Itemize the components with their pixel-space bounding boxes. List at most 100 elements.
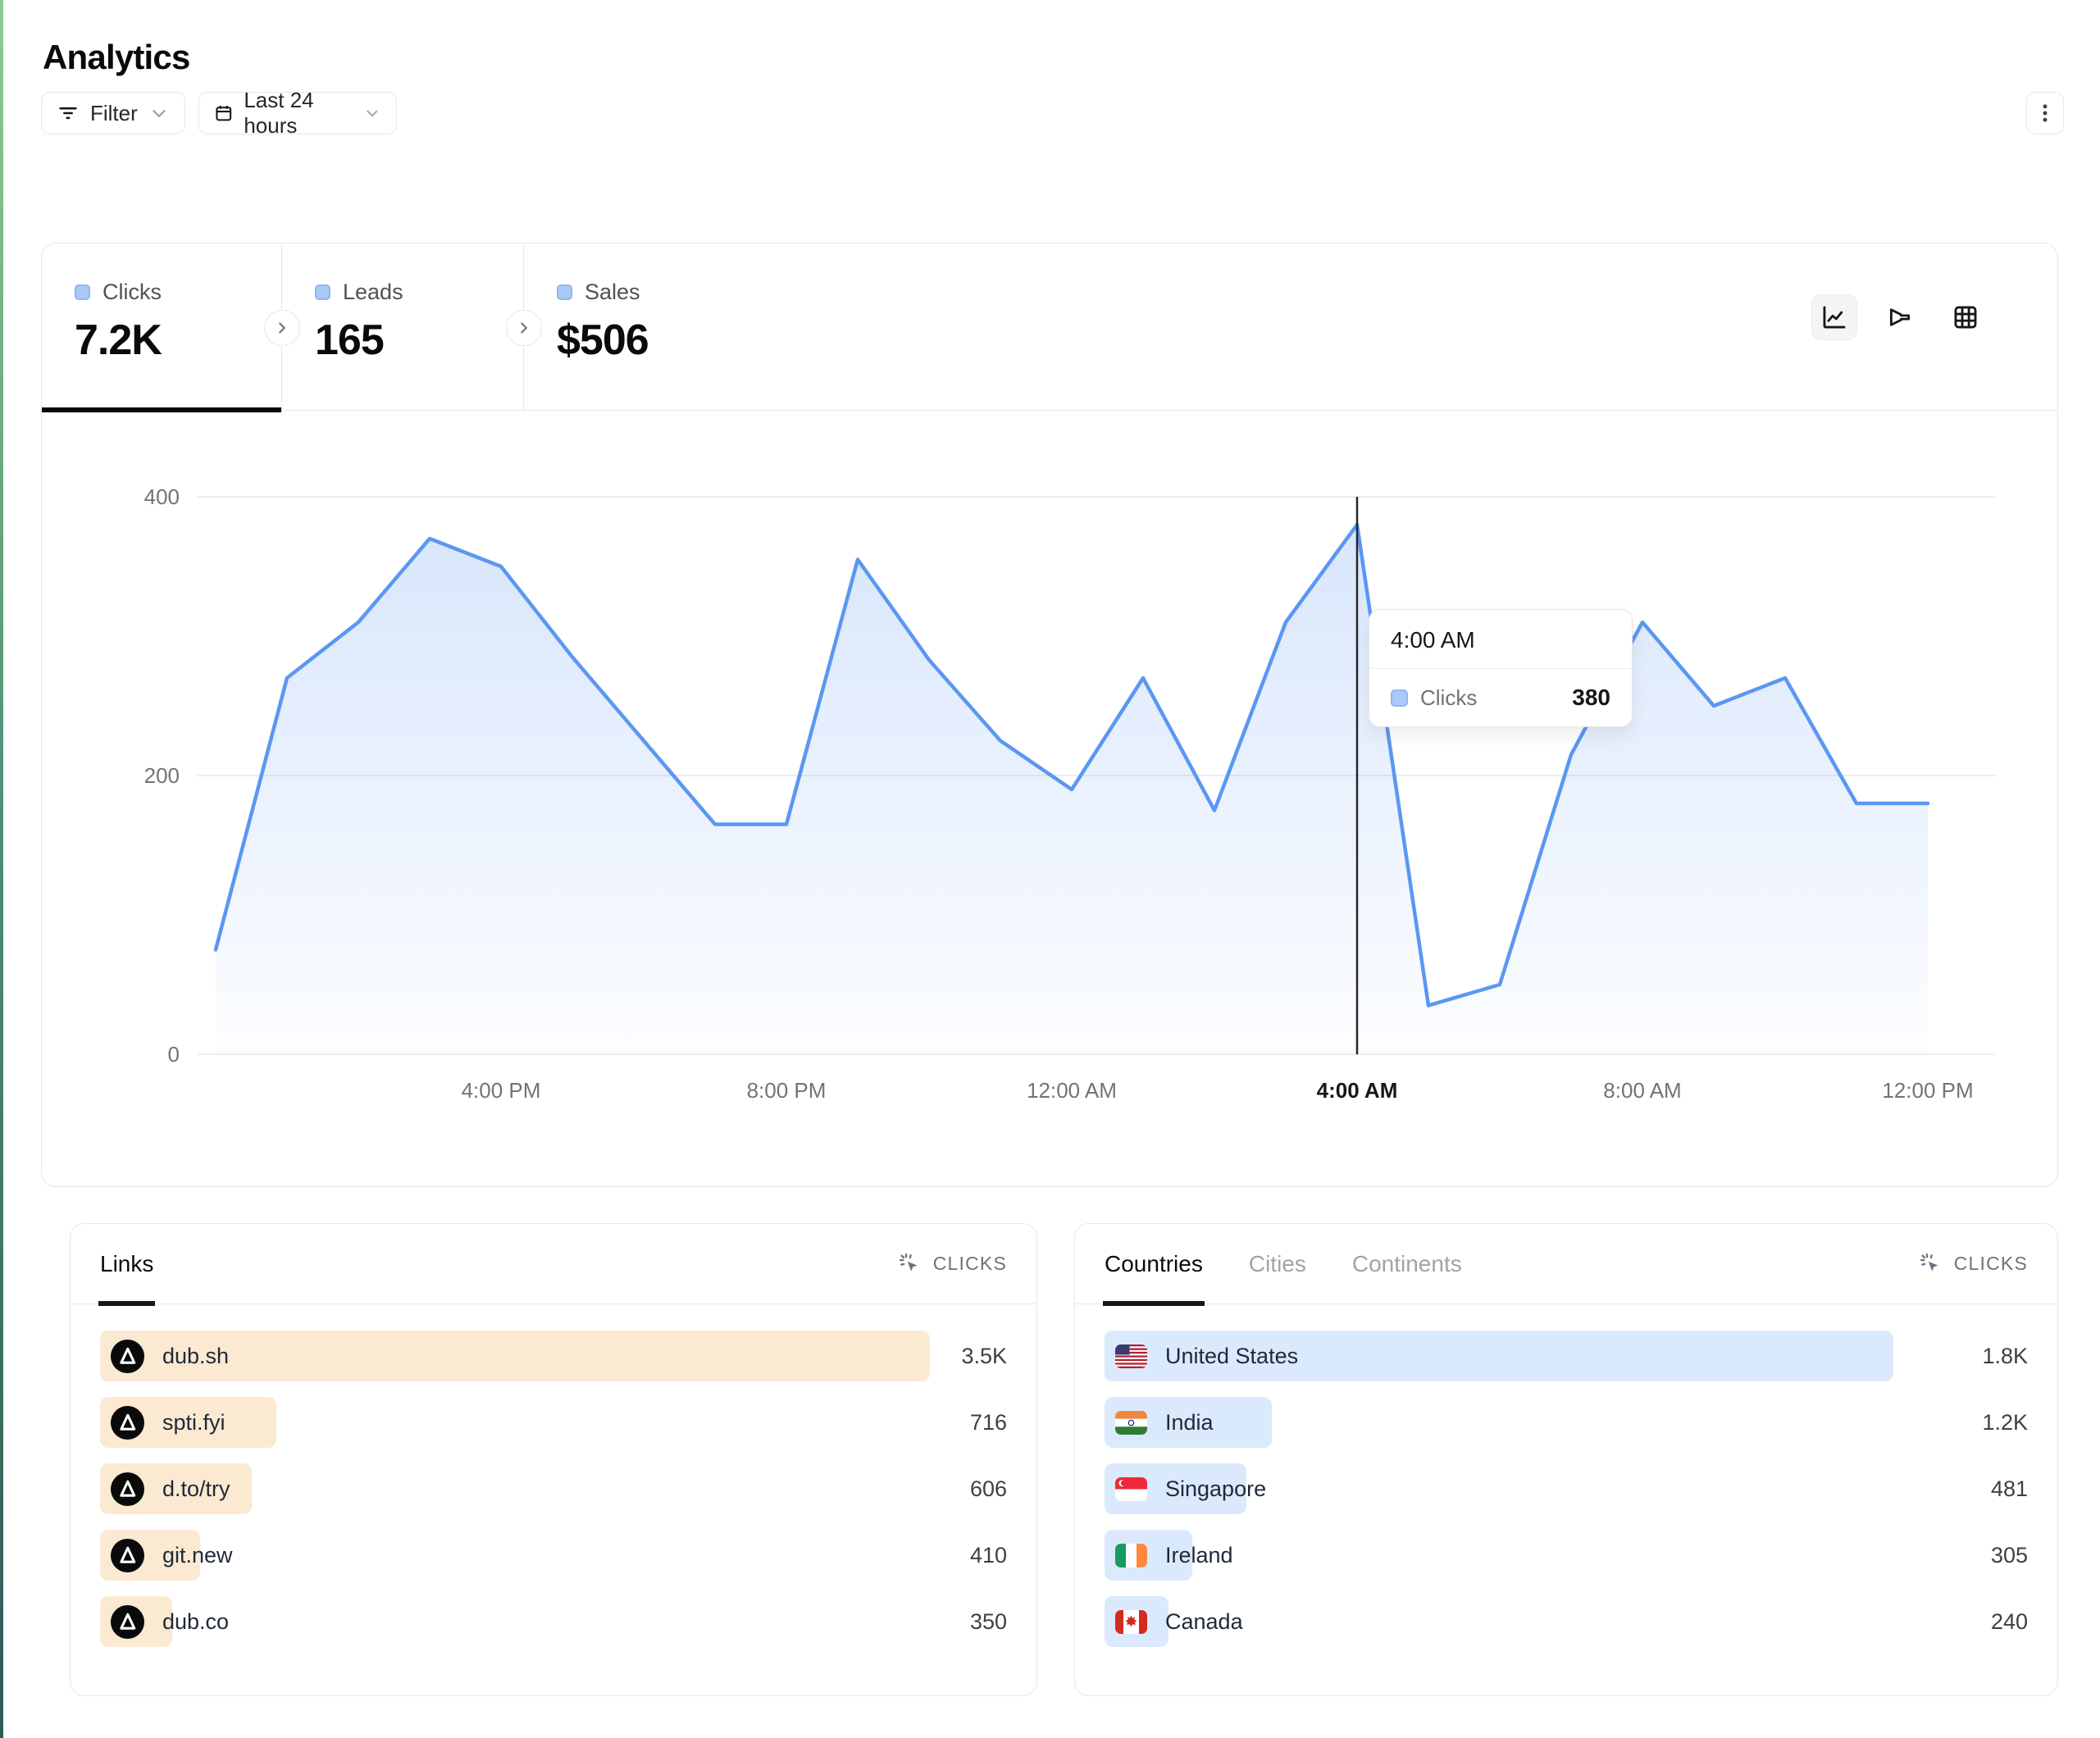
stat-label: Sales [585, 280, 640, 305]
table-grid-icon [1952, 303, 1979, 331]
item-value: 1.8K [1982, 1331, 2028, 1381]
page-title: Analytics [43, 38, 190, 77]
list-item[interactable]: git.new 410 [100, 1530, 1007, 1581]
svg-text:8:00 AM: 8:00 AM [1603, 1078, 1681, 1103]
leads-total: 165 [315, 316, 523, 365]
list-item[interactable]: Singapore481 [1105, 1463, 2028, 1514]
analytics-card: Clicks 7.2K Leads 165 Sales $506 [41, 243, 2058, 1187]
leads-legend-chip [315, 284, 330, 300]
calendar-icon [214, 102, 234, 125]
chart-view-switcher [1811, 294, 1988, 340]
svg-text:200: 200 [144, 763, 180, 788]
chevron-down-icon [148, 102, 170, 124]
item-label: d.to/try [162, 1476, 230, 1502]
item-label: dub.sh [162, 1344, 229, 1369]
svg-text:0: 0 [168, 1042, 180, 1067]
dub-logo-icon [111, 1605, 144, 1639]
metric-label: CLICKS [933, 1253, 1007, 1275]
svg-text:4:00 PM: 4:00 PM [462, 1078, 541, 1103]
us-flag-icon [1115, 1344, 1147, 1368]
tab-label: Cities [1249, 1251, 1306, 1277]
filter-icon [57, 102, 80, 125]
more-options-button[interactable] [2026, 92, 2064, 134]
item-label: dub.co [162, 1609, 229, 1635]
table-view-button[interactable] [1943, 294, 1988, 340]
tab-links[interactable]: Links [100, 1224, 153, 1304]
tab-label: Countries [1105, 1251, 1203, 1277]
tab-label: Continents [1352, 1251, 1462, 1277]
sg-flag-icon [1115, 1477, 1147, 1501]
stat-label: Leads [343, 280, 403, 305]
funnel-chart-view-button[interactable] [1877, 294, 1923, 340]
dub-logo-icon [111, 1340, 144, 1373]
chevron-right-icon [515, 319, 533, 337]
links-list: dub.sh 3.5K spti.fyi 716 d.to/try 606 git.new 4… [71, 1304, 1036, 1647]
links-panel-header: Links CLICKS [71, 1224, 1036, 1304]
item-value: 410 [970, 1530, 1007, 1581]
tab-cities[interactable]: Cities [1249, 1224, 1306, 1304]
filter-button[interactable]: Filter [41, 92, 185, 134]
kebab-menu-icon [2034, 102, 2057, 125]
filter-label: Filter [90, 101, 138, 126]
tooltip-series-label: Clicks [1420, 685, 1477, 711]
ca-flag-icon [1115, 1610, 1147, 1634]
svg-text:400: 400 [144, 485, 180, 509]
tab-countries[interactable]: Countries [1105, 1224, 1203, 1304]
item-value: 716 [970, 1397, 1007, 1448]
clicks-area-chart[interactable]: 0 200 400 4:00 PM 8:00 PM 12:00 AM 4:00 AM 8:00… [42, 411, 2059, 1186]
list-item[interactable]: India 1.2K [1105, 1397, 2028, 1448]
in-flag-icon [1115, 1411, 1147, 1435]
clicks-legend-chip [75, 284, 90, 300]
tab-label: Links [100, 1251, 153, 1277]
countries-list: United States 1.8K India 1.2K Singapore481 Ir… [1075, 1304, 2057, 1647]
line-chart-icon [1820, 303, 1848, 331]
item-label: India [1165, 1410, 1214, 1435]
list-item[interactable]: dub.co350 [100, 1596, 1007, 1647]
links-metric-selector[interactable]: CLICKS [898, 1224, 1007, 1304]
item-label: git.new [162, 1543, 233, 1568]
expand-clicks-leads-button[interactable] [264, 310, 300, 346]
sales-legend-chip [557, 284, 572, 300]
tab-clicks[interactable]: Clicks 7.2K [42, 243, 282, 410]
window-edge-strip [0, 0, 3, 1738]
svg-text:8:00 PM: 8:00 PM [747, 1078, 827, 1103]
list-item[interactable]: Ireland305 [1105, 1530, 2028, 1581]
line-chart-view-button[interactable] [1811, 294, 1857, 340]
tab-continents[interactable]: Continents [1352, 1224, 1462, 1304]
item-value: 481 [1991, 1463, 2028, 1514]
item-value: 606 [970, 1463, 1007, 1514]
list-item[interactable]: United States 1.8K [1105, 1331, 2028, 1381]
item-label: spti.fyi [162, 1410, 225, 1435]
tooltip-time: 4:00 AM [1369, 610, 1632, 669]
dub-logo-icon [111, 1406, 144, 1440]
stats-tabs: Clicks 7.2K Leads 165 Sales $506 [42, 243, 2057, 411]
clicks-total: 7.2K [75, 316, 281, 365]
svg-text:12:00 AM: 12:00 AM [1027, 1078, 1117, 1103]
svg-text:12:00 PM: 12:00 PM [1882, 1078, 1973, 1103]
tooltip-value: 380 [1572, 685, 1610, 711]
list-item[interactable]: dub.sh 3.5K [100, 1331, 1007, 1381]
item-value: 240 [1991, 1596, 2028, 1647]
ie-flag-icon [1115, 1544, 1147, 1567]
item-value: 3.5K [961, 1331, 1007, 1381]
date-range-button[interactable]: Last 24 hours [198, 92, 397, 134]
cursor-click-icon [898, 1252, 922, 1276]
cursor-click-icon [1919, 1252, 1943, 1276]
list-item[interactable]: spti.fyi 716 [100, 1397, 1007, 1448]
list-item[interactable]: d.to/try 606 [100, 1463, 1007, 1514]
countries-panel-header: Countries Cities Continents CLICKS [1075, 1224, 2057, 1304]
metric-label: CLICKS [1954, 1253, 2028, 1275]
date-range-label: Last 24 hours [244, 88, 353, 139]
item-label: United States [1165, 1344, 1298, 1369]
expand-leads-sales-button[interactable] [506, 310, 542, 346]
links-panel: Links CLICKS dub.sh 3.5K spti.fyi 716 d.to/t… [70, 1223, 1037, 1696]
clicks-legend-chip [1391, 689, 1408, 707]
item-value: 1.2K [1982, 1397, 2028, 1448]
countries-metric-selector[interactable]: CLICKS [1919, 1224, 2028, 1304]
dub-logo-icon [111, 1539, 144, 1572]
funnel-chart-icon [1886, 303, 1914, 331]
item-label: Canada [1165, 1609, 1243, 1635]
list-item[interactable]: Canada 240 [1105, 1596, 2028, 1647]
item-value: 305 [1991, 1530, 2028, 1581]
tab-leads[interactable]: Leads 165 [282, 243, 524, 410]
